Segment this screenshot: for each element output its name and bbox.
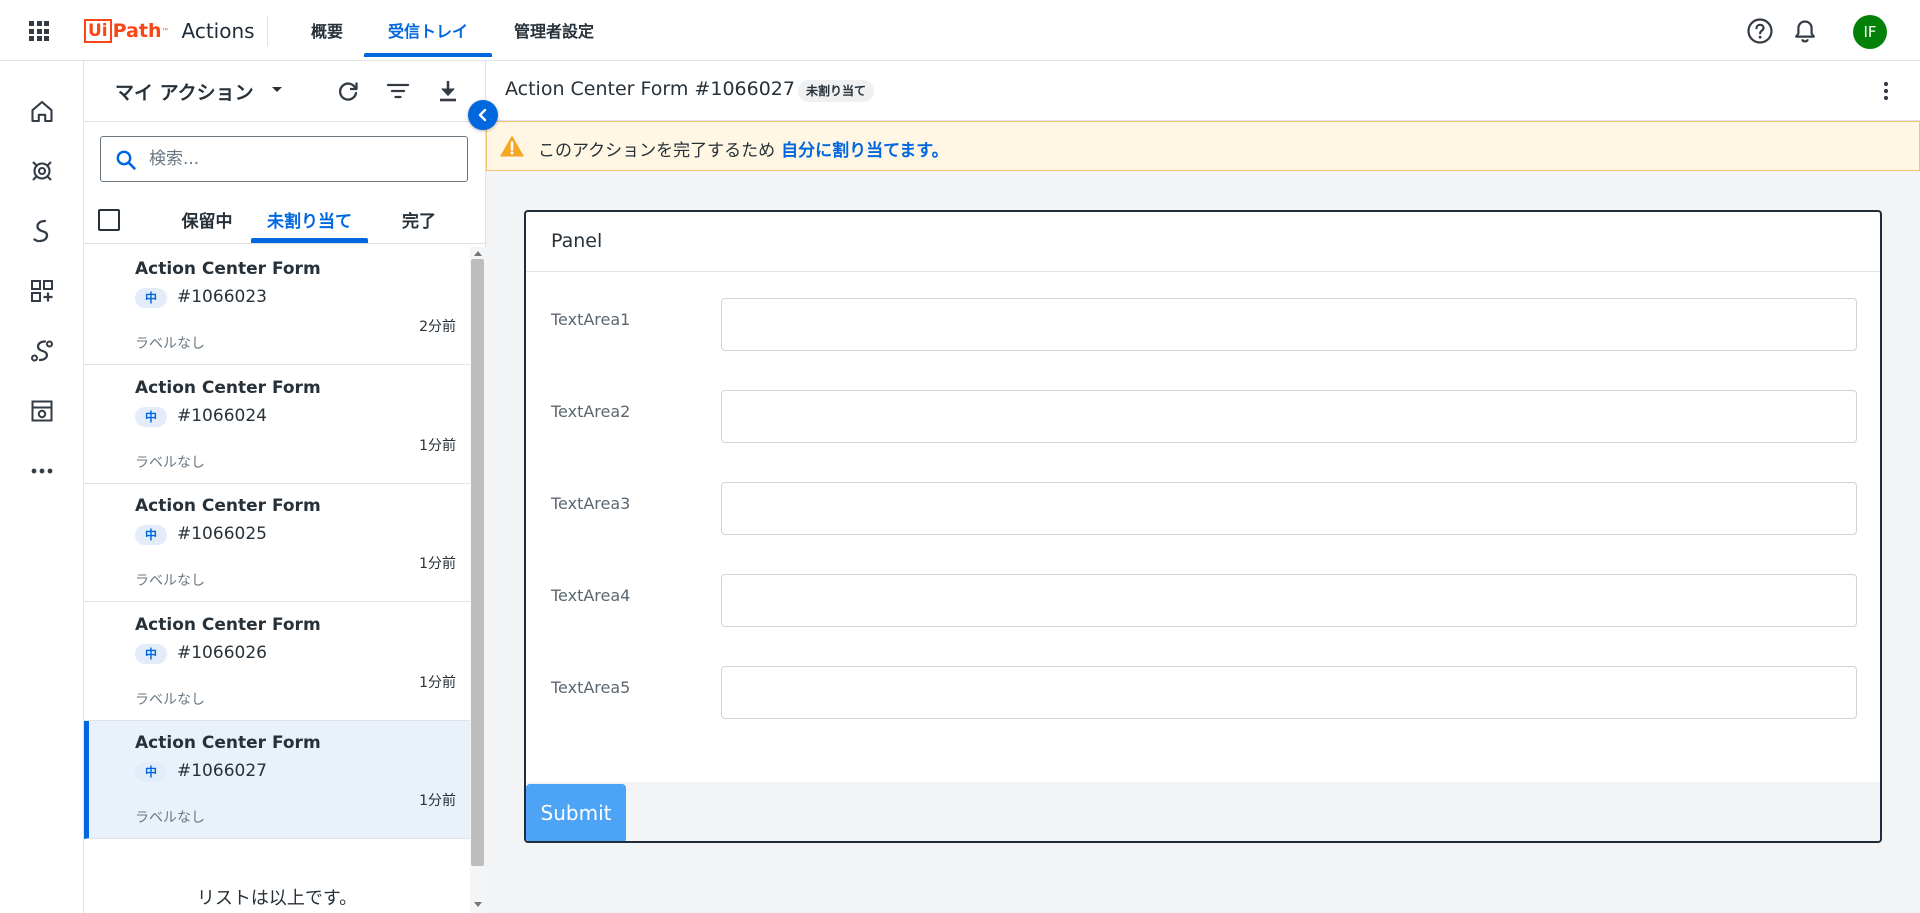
apps-icon[interactable] [28,277,56,305]
textarea3-label: TextArea3 [551,494,631,513]
tab-admin-settings[interactable]: 管理者設定 [504,0,604,58]
top-header: Ui Path ™ Actions 概要 受信トレイ 管理者設定 IF [0,0,1920,61]
search-input[interactable] [149,145,449,173]
list-scrollbar-thumb[interactable] [471,259,484,866]
avatar[interactable]: IF [1853,15,1887,49]
action-list-pane: マイ アクション 保留中 未割り当て 完了 Action Center Form… [84,61,486,913]
priority-badge: 中 [135,288,167,308]
download-icon[interactable] [434,77,462,105]
tabs-divider [84,243,486,244]
alert-message: このアクションを完了するため 自分に割り当てます。 [538,136,949,161]
list-item[interactable]: Action Center Form 中 #1066023 2分前 ラベルなし [84,247,470,365]
assign-to-me-link[interactable]: 自分に割り当てます。 [781,141,948,161]
item-id: #1066024 [177,406,267,426]
store-icon[interactable] [28,397,56,425]
more-vert-icon[interactable] [1874,79,1898,103]
status-badge: 未割り当て [798,80,875,102]
textarea5-field[interactable] [721,666,1857,719]
item-title: Action Center Form [135,733,321,753]
item-label: ラベルなし [135,455,205,471]
panel-title: Panel [551,230,603,252]
integration-icon[interactable] [28,337,56,365]
assign-alert-banner: このアクションを完了するため 自分に割り当てます。 [486,121,1920,171]
textarea3-field[interactable] [721,482,1857,535]
textarea5-label: TextArea5 [551,678,631,697]
list-title[interactable]: マイ アクション [115,78,254,105]
item-label: ラベルなし [135,573,205,589]
list-end-text: リストは以上です。 [196,888,358,909]
warning-icon [500,135,524,157]
refresh-icon[interactable] [334,77,362,105]
select-all-checkbox[interactable] [98,209,120,231]
action-list: Action Center Form 中 #1066023 2分前 ラベルなし … [84,247,470,913]
list-item[interactable]: Action Center Form 中 #1066025 1分前 ラベルなし [84,484,470,602]
item-id: #1066025 [177,524,267,544]
collapse-panel-button[interactable] [468,100,498,130]
more-icon[interactable] [28,457,56,485]
item-time: 1分前 [419,556,456,572]
tab-inbox-underline [364,53,492,57]
tab-overview[interactable]: 概要 [300,0,354,58]
item-id: #1066027 [177,761,267,781]
search-icon [116,150,136,170]
process-icon[interactable] [28,157,56,185]
item-id: #1066023 [177,287,267,307]
tab-unassigned[interactable]: 未割り当て [251,207,368,237]
uipath-logo[interactable]: Ui Path ™ Actions [84,17,255,45]
logo-ui-box: Ui [84,19,112,43]
textarea1-label: TextArea1 [551,310,631,329]
form-panel: Panel TextArea1 TextArea2 TextArea3 Text… [524,210,1882,843]
item-title: Action Center Form [135,615,321,635]
panel-footer [526,782,1880,841]
alert-text: このアクションを完了するため [538,141,776,161]
textarea4-label: TextArea4 [551,586,631,605]
list-item[interactable]: Action Center Form 中 #1066024 1分前 ラベルなし [84,366,470,484]
list-item[interactable]: Action Center Form 中 #1066026 1分前 ラベルなし [84,603,470,721]
tab-completed[interactable]: 完了 [384,207,454,237]
list-header-divider [84,121,486,122]
submit-button[interactable]: Submit [526,784,626,841]
automation-icon[interactable] [28,217,56,245]
textarea4-field[interactable] [721,574,1857,627]
priority-badge: 中 [135,407,167,427]
apps-grid-icon[interactable] [29,21,49,41]
header-divider [267,16,268,46]
help-icon[interactable] [1746,17,1774,45]
left-rail [0,61,84,913]
textarea1-field[interactable] [721,298,1857,351]
item-time: 1分前 [419,793,456,809]
scroll-up-arrow-icon[interactable] [474,251,482,256]
item-label: ラベルなし [135,336,205,352]
tab-inbox[interactable]: 受信トレイ [364,0,492,58]
priority-badge: 中 [135,525,167,545]
item-label: ラベルなし [135,692,205,708]
textarea2-label: TextArea2 [551,402,631,421]
chevron-down-icon[interactable] [272,87,282,92]
page-title: Action Center Form #1066027 [505,78,795,100]
item-time: 1分前 [419,675,456,691]
bell-icon[interactable] [1791,17,1819,45]
panel-header: Panel [526,212,1880,272]
tab-pending[interactable]: 保留中 [152,207,262,237]
app-name: Actions [181,19,255,43]
search-box[interactable] [100,136,468,182]
filter-icon[interactable] [384,77,412,105]
action-detail: Action Center Form #1066027 未割り当て このアクショ… [486,61,1920,913]
logo-path-text: Path [112,20,162,42]
priority-badge: 中 [135,644,167,664]
scroll-down-arrow-icon[interactable] [474,902,482,907]
list-item-selected[interactable]: Action Center Form 中 #1066027 1分前 ラベルなし [84,721,470,839]
home-icon[interactable] [28,97,56,125]
item-title: Action Center Form [135,378,321,398]
item-title: Action Center Form [135,259,321,279]
item-label: ラベルなし [135,810,205,826]
item-title: Action Center Form [135,496,321,516]
item-time: 1分前 [419,438,456,454]
textarea2-field[interactable] [721,390,1857,443]
item-time: 2分前 [419,319,456,335]
detail-header: Action Center Form #1066027 未割り当て [486,61,1920,121]
logo-trademark: ™ [161,26,170,36]
priority-badge: 中 [135,762,167,782]
item-id: #1066026 [177,643,267,663]
